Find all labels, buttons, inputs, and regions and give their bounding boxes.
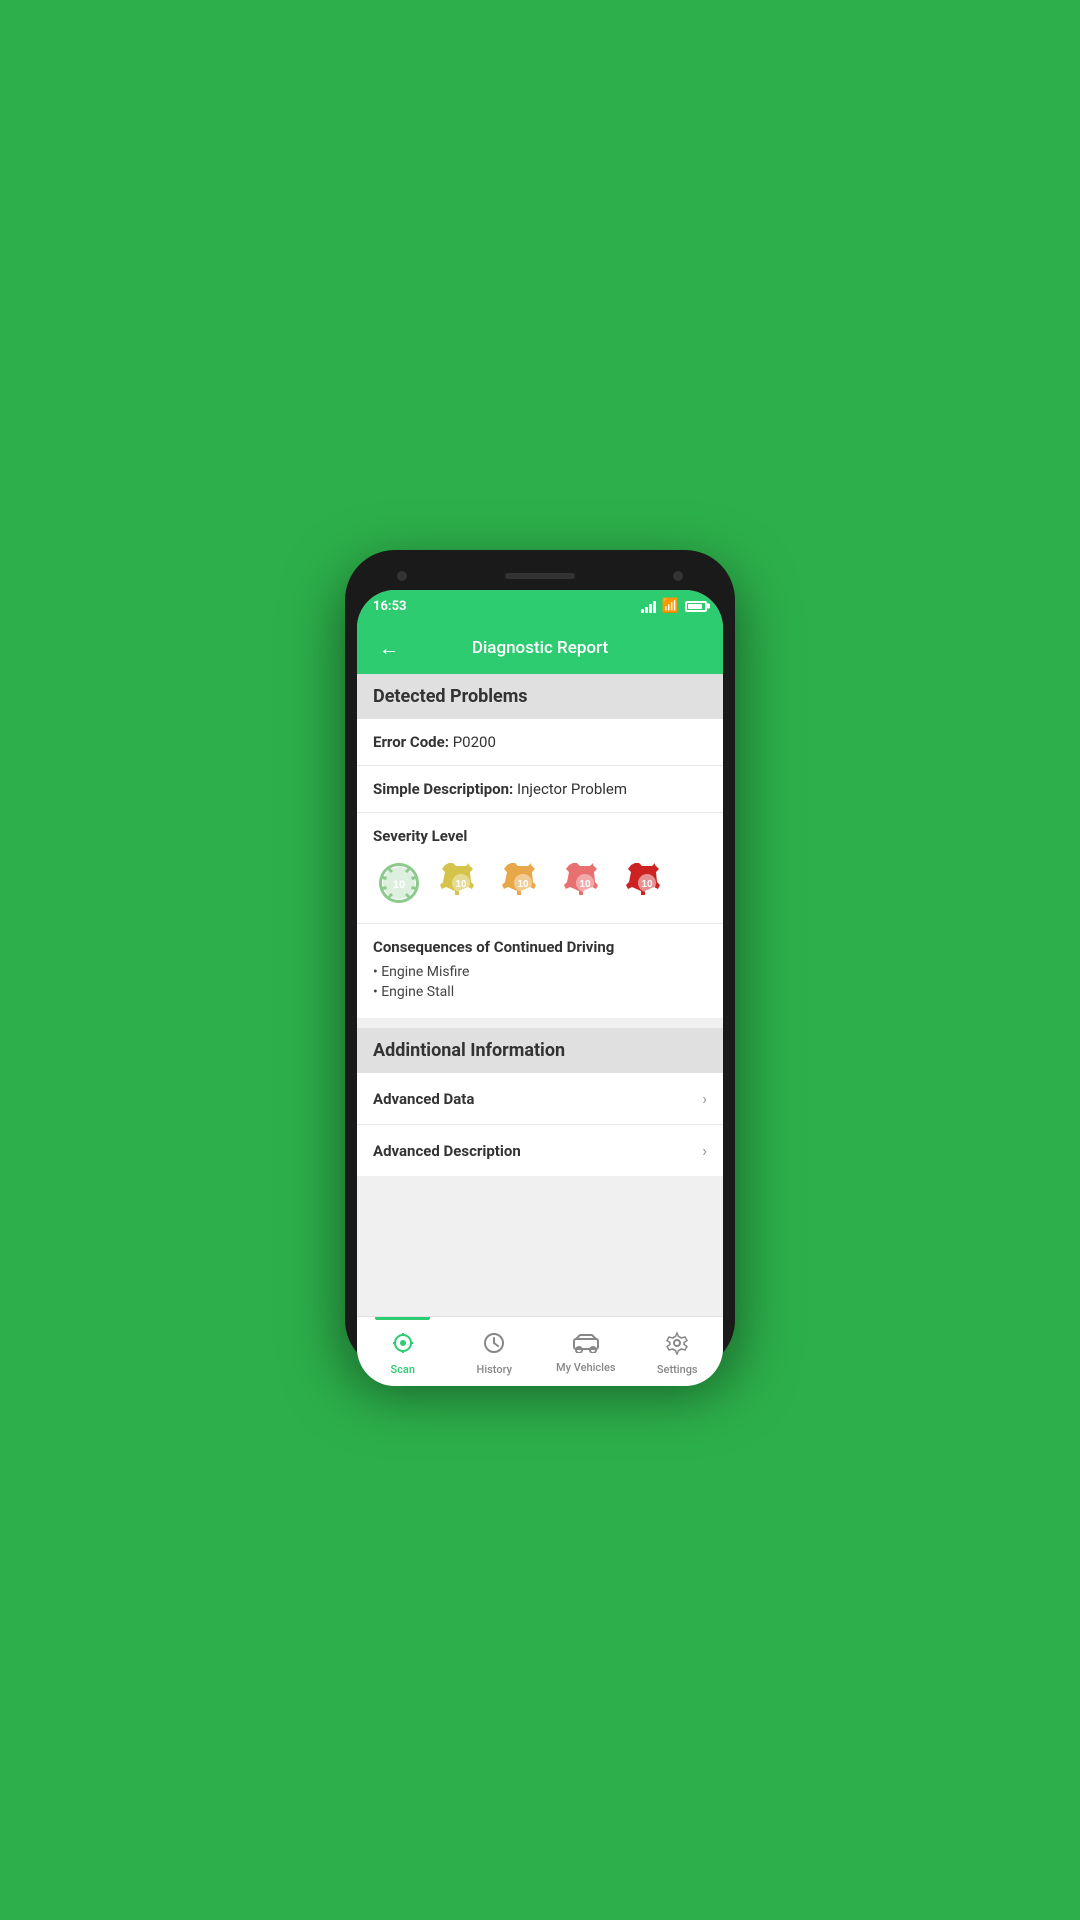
main-content: Detected Problems Error Code: P0200 Simp… [357,674,723,1316]
phone-screen: 16:53 📶 ← Diagnostic Report [357,590,723,1386]
status-bar: 16:53 📶 [357,590,723,622]
advanced-description-row[interactable]: Advanced Description › [357,1125,723,1176]
error-code-label: Error Code: [373,733,449,751]
settings-nav-icon [665,1331,689,1360]
advanced-data-row[interactable]: Advanced Data › [357,1073,723,1125]
page-title: Diagnostic Report [405,638,675,658]
severity-row: Severity Level 10 [357,813,723,924]
simple-desc-label: Simple Descriptipon: [373,780,513,798]
history-nav-icon [482,1331,506,1360]
nav-item-my-vehicles[interactable]: My Vehicles [540,1317,632,1386]
signal-icon [641,599,656,613]
history-nav-label: History [477,1363,512,1376]
svg-text:10: 10 [517,879,529,890]
phone-notch [357,562,723,590]
bottom-gap [357,1176,723,1186]
severity-gear-3: 10 [497,857,549,909]
severity-gear-5: 10 [621,857,673,909]
simple-desc-value: Injector Problem [517,780,627,798]
additional-info-header: Addintional Information [357,1028,723,1073]
detected-problems-card: Error Code: P0200 Simple Descriptipon: I… [357,719,723,1018]
scan-nav-icon [391,1331,415,1360]
simple-desc-row: Simple Descriptipon: Injector Problem [357,766,723,813]
phone-frame: 16:53 📶 ← Diagnostic Report [345,550,735,1370]
consequences-row: Consequences of Continued Driving • Engi… [357,924,723,1018]
consequence-item-2: • Engine Stall [373,984,707,1000]
front-camera-right [673,571,683,581]
back-button[interactable]: ← [373,632,405,664]
severity-gear-4: 10 [559,857,611,909]
bottom-nav: Scan History [357,1316,723,1386]
severity-icons: 10 10 [373,857,707,909]
advanced-data-chevron: › [702,1089,707,1108]
error-code-row: Error Code: P0200 [357,719,723,766]
my-vehicles-nav-icon [572,1333,600,1358]
severity-gear-1: 10 [373,857,425,909]
consequence-item-1: • Engine Misfire [373,964,707,980]
phone-speaker [505,573,575,579]
svg-text:10: 10 [641,879,653,890]
wifi-icon: 📶 [662,598,679,614]
settings-nav-label: Settings [657,1363,698,1376]
section-gap [357,1018,723,1028]
advanced-description-label: Advanced Description [373,1142,521,1160]
svg-text:10: 10 [393,879,405,891]
status-icons: 📶 [641,598,707,614]
additional-info-card: Advanced Data › Advanced Description › [357,1073,723,1176]
detected-problems-title: Detected Problems [373,686,528,707]
nav-item-scan[interactable]: Scan [357,1317,449,1386]
consequences-title: Consequences of Continued Driving [373,938,707,956]
advanced-data-label: Advanced Data [373,1090,474,1108]
nav-item-settings[interactable]: Settings [632,1317,724,1386]
app-header: ← Diagnostic Report [357,622,723,674]
additional-info-title: Addintional Information [373,1040,565,1061]
scan-nav-label: Scan [391,1363,415,1376]
severity-gear-2: 10 [435,857,487,909]
svg-text:10: 10 [579,879,591,890]
advanced-description-chevron: › [702,1141,707,1160]
my-vehicles-nav-label: My Vehicles [556,1361,616,1374]
svg-text:10: 10 [455,879,467,890]
front-camera-left [397,571,407,581]
battery-icon [685,601,707,612]
error-code-value: P0200 [453,733,496,751]
nav-item-history[interactable]: History [449,1317,541,1386]
status-time: 16:53 [373,599,407,614]
battery-fill [688,604,702,609]
severity-label: Severity Level [373,827,707,845]
detected-problems-header: Detected Problems [357,674,723,719]
